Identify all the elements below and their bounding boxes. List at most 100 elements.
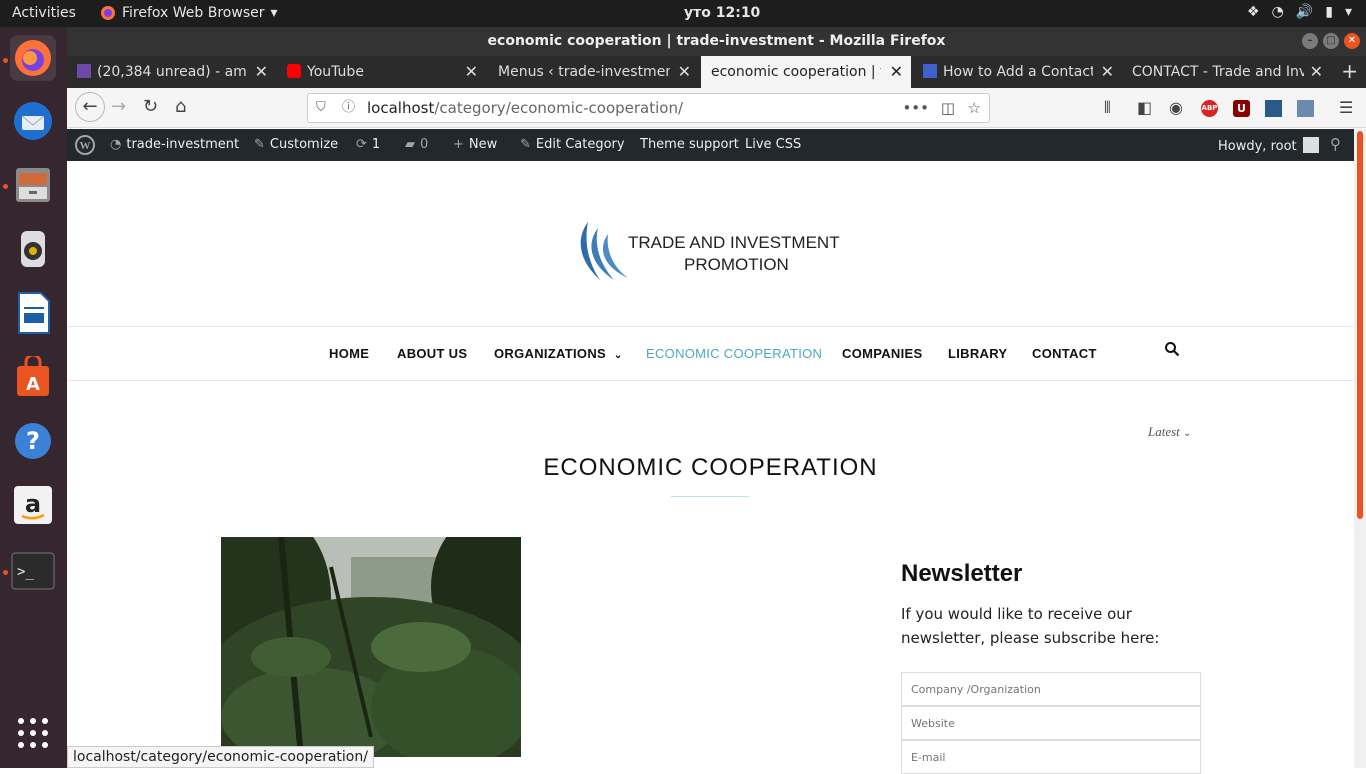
customize-link[interactable]: ✎ Customize [254,137,338,152]
nav-organizations[interactable]: ORGANIZATIONS ⌄ [494,346,623,361]
close-window-button[interactable]: ✕ [1344,33,1360,49]
svg-text:?: ? [26,427,40,455]
close-tab-icon[interactable]: ✕ [1101,56,1114,88]
minimize-button[interactable]: – [1302,33,1318,49]
extension-icon[interactable] [1265,100,1282,117]
rhythmbox-launcher[interactable] [10,226,56,272]
show-apps-button[interactable] [10,710,56,756]
close-tab-icon[interactable]: ✕ [890,56,903,88]
email-field[interactable] [901,740,1201,774]
theme-support-link[interactable]: Theme support [640,137,739,152]
software-launcher[interactable]: A [10,354,56,400]
main-navigation: HOME ABOUT US ORGANIZATIONS ⌄ ECONOMIC C… [67,326,1354,381]
forward-button[interactable]: → [111,96,126,117]
running-indicator [3,58,8,63]
comments-link[interactable]: ▰ 0 [405,137,428,152]
wordpress-logo-icon[interactable]: W [75,135,95,159]
newsletter-text: If you would like to receive our newslet… [901,605,1160,647]
window-titlebar[interactable]: economic cooperation | trade-investment … [67,27,1366,56]
tab-contact[interactable]: CONTACT - Trade and Inve ✕ [1122,56,1331,88]
close-tab-icon[interactable]: ✕ [465,56,478,88]
grid-icon [923,64,937,78]
files-launcher[interactable] [10,162,56,208]
live-css-link[interactable]: Live CSS [745,137,801,152]
nav-companies[interactable]: COMPANIES [842,346,922,361]
amazon-icon: a [14,486,52,524]
adblock-icon[interactable]: ABP [1201,100,1218,117]
search-icon[interactable]: ⚲ [1330,135,1341,153]
back-button[interactable]: ← [75,92,105,122]
writer-launcher[interactable] [10,290,56,336]
terminal-launcher[interactable]: >_ [10,548,56,594]
firefox-launcher[interactable] [10,35,56,81]
account-menu[interactable]: Howdy, root [1218,137,1319,154]
dashboard-icon: ◔ [110,137,122,152]
bookmark-star-icon[interactable]: ☆ [968,94,981,122]
home-button[interactable]: ⌂ [175,96,186,117]
new-tab-button[interactable]: + [1341,59,1358,83]
battery-icon[interactable]: ▮ [1325,4,1333,20]
account-icon[interactable]: ◉ [1169,98,1183,117]
sidebar-icon[interactable]: ◧ [1137,98,1152,117]
tab-strip: (20,384 unread) - amic ✕ YouTube ✕ Menus ‹… [67,56,1366,88]
hamburger-menu-icon[interactable]: ☰ [1339,98,1353,117]
close-tab-icon[interactable]: ✕ [678,56,691,88]
youtube-icon [287,64,301,78]
search-icon[interactable] [1164,341,1180,361]
library-icon[interactable]: ⫴ [1104,98,1111,118]
activities-button[interactable]: Activities [12,5,76,21]
reload-button[interactable]: ↻ [143,96,158,117]
company-field[interactable] [901,672,1201,706]
close-tab-icon[interactable]: ✕ [255,56,268,88]
volume-icon[interactable]: 🔊 [1296,4,1313,20]
page-actions-icon[interactable]: ••• [902,94,929,122]
url-text[interactable]: localhost/category/economic-cooperation/ [367,94,683,122]
nav-contact[interactable]: CONTACT [1032,346,1097,361]
tab-economic-cooperation[interactable]: economic cooperation | tra✕ [701,56,911,88]
info-icon[interactable]: ⓘ [342,94,355,122]
sort-dropdown[interactable]: Latest ⌄ [1148,424,1191,440]
shield-icon[interactable]: ⛉ [316,94,326,122]
wifi-icon[interactable]: ◔ [1272,4,1284,20]
system-tray[interactable]: ❖ ◔ 🔊 ▮ ▾ [1247,4,1352,20]
nav-about-us[interactable]: ABOUT US [397,346,467,361]
updates-link[interactable]: ⟳ 1 [356,137,380,152]
url-bar[interactable]: ⛉ ⓘ localhost/category/economic-cooperat… [307,93,990,123]
page-scrollbar[interactable] [1354,129,1366,768]
website-field[interactable] [901,706,1201,740]
tab-add-contact[interactable]: How to Add a Contact ✕ [913,56,1122,88]
title-divider [671,496,749,497]
extension-icon[interactable] [1297,100,1314,117]
maximize-button[interactable]: □ [1323,33,1339,49]
chevron-down-icon[interactable]: ▾ [1345,4,1352,20]
system-top-bar: Activities Firefox Web Browser ▾ уто 12:… [0,0,1366,27]
edit-category-link[interactable]: ✎ Edit Category [520,137,625,152]
site-logo[interactable]: TRADE AND INVESTMENT PROMOTION [574,218,854,284]
pocket-icon[interactable]: ◫ [941,94,955,122]
nav-library[interactable]: LIBRARY [948,346,1007,361]
logo-line2: PROMOTION [684,255,789,274]
svg-text:A: A [26,374,40,395]
firefox-icon [15,40,51,76]
tab-menus[interactable]: Menus ‹ trade-investment ✕ [488,56,699,88]
shopping-bag-icon: A [17,356,49,396]
amazon-launcher[interactable]: a [10,482,56,528]
logo-swoosh-icon [580,222,628,280]
clock[interactable]: уто 12:10 [684,5,760,21]
thunderbird-launcher[interactable] [10,98,56,144]
dropbox-icon[interactable]: ❖ [1247,4,1260,20]
nav-economic-cooperation[interactable]: ECONOMIC COOPERATION [646,346,822,361]
nav-home[interactable]: HOME [329,346,369,361]
app-menu[interactable]: Firefox Web Browser ▾ [100,5,278,21]
ublock-icon[interactable]: U [1233,100,1250,117]
tab-mail[interactable]: (20,384 unread) - amic ✕ [67,56,276,88]
site-name-link[interactable]: ◔ trade-investment [110,137,239,152]
plus-icon: + [453,137,464,152]
dock: A ? a >_ [0,27,67,768]
forest-image [221,537,521,757]
post-thumbnail[interactable] [221,537,521,757]
navigation-toolbar: ← → ↻ ⌂ ⛉ ⓘ localhost/category/economic-… [67,88,1366,128]
close-tab-icon[interactable]: ✕ [1310,56,1323,88]
new-content-link[interactable]: + New [453,137,497,152]
tab-youtube[interactable]: YouTube ✕ [277,56,486,88]
